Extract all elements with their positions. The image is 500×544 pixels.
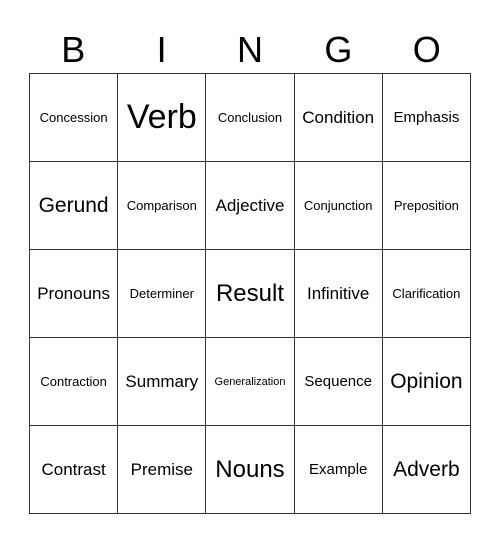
header-letter-n: N (236, 29, 263, 70)
bingo-cell[interactable]: Premise (118, 426, 207, 514)
bingo-header: B I N G O (29, 28, 471, 72)
bingo-cell[interactable]: Pronouns (30, 250, 119, 338)
bingo-cell[interactable]: Clarification (382, 250, 471, 338)
bingo-cell[interactable]: Preposition (382, 162, 471, 250)
bingo-cell[interactable]: Conjunction (294, 162, 383, 250)
bingo-cell[interactable]: Result (206, 250, 295, 338)
bingo-cell[interactable]: Opinion (382, 338, 471, 426)
bingo-cell[interactable]: Adverb (382, 426, 471, 514)
bingo-cell[interactable]: Contraction (30, 338, 119, 426)
bingo-cell[interactable]: Adjective (206, 162, 295, 250)
bingo-cell[interactable]: Example (294, 426, 383, 514)
header-letter-i: I (156, 29, 167, 70)
bingo-cell[interactable]: Comparison (118, 162, 207, 250)
bingo-cell[interactable]: Generalization (206, 338, 295, 426)
bingo-cell[interactable]: Nouns (206, 426, 295, 514)
header-letter-g: G (324, 29, 353, 70)
bingo-cell[interactable]: Emphasis (382, 74, 471, 162)
bingo-cell[interactable]: Concession (30, 74, 119, 162)
bingo-card-grid: Concession Verb Conclusion Condition Emphasi… (29, 73, 471, 514)
bingo-cell[interactable]: Verb (118, 74, 207, 162)
bingo-cell[interactable]: Contrast (30, 426, 119, 514)
bingo-cell[interactable]: Conclusion (206, 74, 295, 162)
header-letter-b: B (61, 29, 86, 70)
bingo-cell[interactable]: Determiner (118, 250, 207, 338)
bingo-cell[interactable]: Summary (118, 338, 207, 426)
bingo-cell[interactable]: Infinitive (294, 250, 383, 338)
bingo-cell[interactable]: Sequence (294, 338, 383, 426)
bingo-cell[interactable]: Gerund (30, 162, 119, 250)
bingo-cell[interactable]: Condition (294, 74, 383, 162)
header-letter-o: O (412, 29, 441, 70)
